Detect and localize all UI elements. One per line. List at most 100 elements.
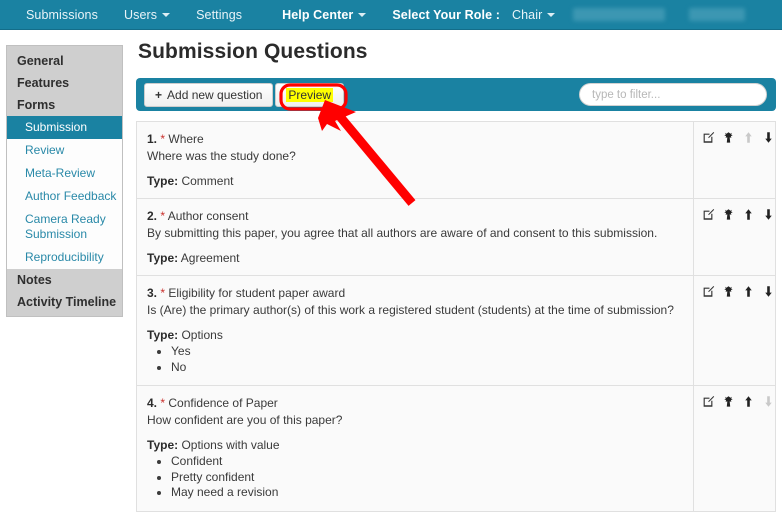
row-actions — [693, 199, 775, 275]
sidebar-item-activity-timeline[interactable]: Activity Timeline — [7, 291, 122, 313]
required-marker: * — [160, 132, 166, 146]
questions-toolbar: + Add new question Preview — [136, 78, 776, 111]
required-marker: * — [160, 396, 166, 410]
table-row: 1. * Where Where was the study done? Type:… — [137, 122, 775, 199]
nav-label: Select Your Role : — [392, 7, 500, 22]
delete-icon[interactable] — [722, 285, 735, 298]
question-title: Confidence of Paper — [168, 396, 278, 410]
edit-icon[interactable] — [702, 208, 715, 221]
sidebar-item-forms[interactable]: Forms — [7, 94, 122, 116]
sidebar-item-author-feedback[interactable]: Author Feedback — [7, 185, 122, 208]
nav-label: Chair — [511, 7, 543, 22]
edit-icon[interactable] — [702, 285, 715, 298]
question-text: By submitting this paper, you agree that… — [147, 226, 658, 240]
sidebar-item-meta-review[interactable]: Meta-Review — [7, 162, 122, 185]
question-options-list: ConfidentPretty confidentMay need a revi… — [147, 454, 683, 501]
required-marker: * — [160, 209, 166, 223]
nav-item-submissions[interactable]: Submissions — [26, 8, 98, 22]
list-item: Confident — [171, 454, 683, 470]
question-heading: 1. * Where — [147, 131, 683, 147]
add-new-question-button[interactable]: + Add new question — [144, 82, 274, 107]
chevron-down-icon — [358, 12, 367, 17]
sidebar-item-label: Forms — [17, 98, 56, 112]
nav-label: Submissions — [26, 7, 98, 22]
redacted-user-name — [573, 8, 666, 21]
nav-item-settings[interactable]: Settings — [196, 8, 242, 22]
filter-input[interactable] — [579, 83, 767, 106]
question-heading: 2. * Author consent — [147, 208, 683, 224]
question-body: 3. * Eligibility for student paper award… — [137, 276, 693, 385]
preview-label: Preview — [286, 87, 334, 102]
nav-label: Users — [123, 7, 158, 22]
move-down-icon[interactable] — [762, 131, 775, 144]
question-body: 1. * Where Where was the study done? Type:… — [137, 122, 693, 198]
edit-icon[interactable] — [702, 395, 715, 408]
top-navbar: Submissions Users Settings Help Center S… — [0, 0, 782, 30]
nav-item-users[interactable]: Users — [123, 7, 171, 22]
page-title: Submission Questions — [138, 40, 368, 63]
sidebar-item-label: Review — [25, 143, 65, 157]
question-type-value: Agreement — [180, 251, 240, 265]
question-number: 3. — [147, 286, 158, 300]
sidebar-item-camera-ready-submission[interactable]: Camera Ready Submission — [7, 208, 122, 246]
sidebar-item-submission[interactable]: Submission — [7, 116, 122, 139]
question-text: How confident are you of this paper? — [147, 413, 343, 427]
move-down-icon[interactable] — [762, 285, 775, 298]
sidebar-item-review[interactable]: Review — [7, 139, 122, 162]
sidebar-item-label: Meta-Review — [25, 166, 96, 180]
question-type-label: Type: — [147, 438, 179, 452]
sidebar-item-label: Features — [17, 76, 70, 90]
delete-icon[interactable] — [722, 208, 735, 221]
question-number: 2. — [147, 209, 158, 223]
select-your-role-label: Select Your Role : — [392, 8, 500, 22]
table-row: 3. * Eligibility for student paper award… — [137, 276, 775, 386]
move-up-icon — [742, 131, 755, 144]
sidebar-item-notes[interactable]: Notes — [7, 269, 122, 291]
sidebar-item-label: Camera Ready Submission — [25, 212, 106, 241]
chevron-down-icon — [547, 12, 556, 17]
move-up-icon[interactable] — [742, 285, 755, 298]
delete-icon[interactable] — [722, 395, 735, 408]
question-text: Is (Are) the primary author(s) of this w… — [147, 303, 674, 317]
sidebar-item-general[interactable]: General — [7, 50, 122, 72]
row-actions — [693, 276, 775, 385]
main-content: Submission Questions + Add new question … — [136, 40, 776, 512]
question-type: Type: Agreement — [147, 251, 683, 265]
move-down-icon — [762, 395, 775, 408]
required-marker: * — [160, 286, 166, 300]
sidebar-item-label: Author Feedback — [25, 189, 117, 203]
list-item: May need a revision — [171, 485, 683, 501]
sidebar-item-label: Reproducibility — [25, 250, 104, 264]
question-type-label: Type: — [147, 328, 179, 342]
list-item: Yes — [171, 344, 683, 360]
redacted-sign-out — [689, 8, 746, 21]
question-heading: 4. * Confidence of Paper — [147, 395, 683, 411]
question-type-value: Options with value — [181, 438, 280, 452]
sidebar-item-features[interactable]: Features — [7, 72, 122, 94]
delete-icon[interactable] — [722, 131, 735, 144]
sidebar-item-label: Notes — [17, 273, 52, 287]
nav-item-help-center[interactable]: Help Center — [282, 8, 367, 22]
list-item: Pretty confident — [171, 470, 683, 486]
add-new-question-label: Add new question — [167, 87, 263, 102]
list-item: No — [171, 360, 683, 376]
question-body: 2. * Author consent By submitting this pa… — [137, 199, 693, 275]
role-selector-chair[interactable]: Chair — [511, 7, 556, 22]
sidebar: General Features Forms Submission Review… — [6, 45, 123, 317]
move-up-icon[interactable] — [742, 395, 755, 408]
sidebar-item-label: Activity Timeline — [17, 295, 117, 309]
row-actions — [693, 122, 775, 198]
move-up-icon[interactable] — [742, 208, 755, 221]
sidebar-item-label: Submission — [25, 120, 88, 134]
table-row: 2. * Author consent By submitting this pa… — [137, 199, 775, 276]
question-number: 4. — [147, 396, 158, 410]
preview-button[interactable]: Preview — [275, 82, 345, 107]
sidebar-item-label: General — [17, 54, 64, 68]
question-options-list: YesNo — [147, 344, 683, 375]
sidebar-item-reproducibility[interactable]: Reproducibility — [7, 246, 122, 269]
row-actions — [693, 386, 775, 511]
edit-icon[interactable] — [702, 131, 715, 144]
question-type: Type: Options — [147, 328, 683, 342]
move-down-icon[interactable] — [762, 208, 775, 221]
questions-table: 1. * Where Where was the study done? Type:… — [136, 121, 776, 512]
